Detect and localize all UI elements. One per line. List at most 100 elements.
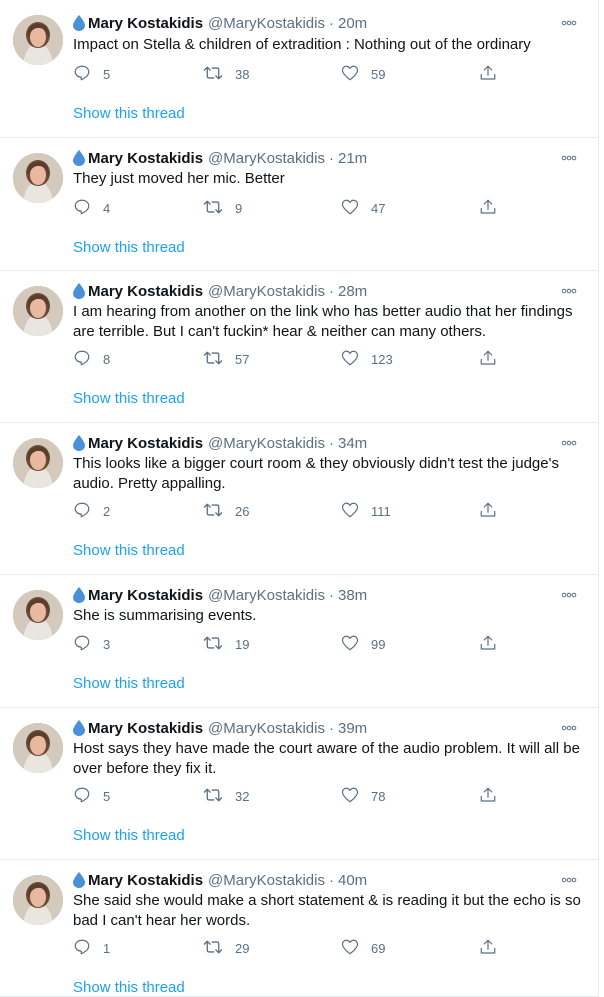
reply-icon xyxy=(73,501,103,522)
reply-icon xyxy=(73,634,103,655)
share-button[interactable] xyxy=(479,634,509,654)
avatar[interactable] xyxy=(13,590,63,640)
reply-button[interactable]: 5 xyxy=(73,786,110,806)
tweet[interactable]: Mary Kostakidis @MaryKostakidis · 40m Sh… xyxy=(0,860,598,997)
author-name[interactable]: Mary Kostakidis xyxy=(88,150,203,167)
more-icon[interactable] xyxy=(560,13,578,33)
author-handle[interactable]: @MaryKostakidis xyxy=(208,720,325,737)
retweet-button[interactable]: 29 xyxy=(203,938,249,958)
reply-count: 1 xyxy=(103,940,111,956)
like-icon xyxy=(341,634,371,655)
author-name[interactable]: Mary Kostakidis xyxy=(88,587,203,604)
tweet-time[interactable]: 28m xyxy=(338,283,367,300)
tweet-time[interactable]: 20m xyxy=(338,15,367,32)
like-button[interactable]: 111 xyxy=(341,501,391,521)
reply-count: 5 xyxy=(103,66,111,82)
avatar[interactable] xyxy=(13,153,63,203)
author-handle[interactable]: @MaryKostakidis xyxy=(208,587,325,604)
share-button[interactable] xyxy=(479,786,509,806)
reply-button[interactable]: 2 xyxy=(73,501,110,521)
reply-icon xyxy=(73,198,103,219)
tweet[interactable]: Mary Kostakidis @MaryKostakidis · 20m Im… xyxy=(0,0,598,138)
avatar[interactable] xyxy=(13,286,63,336)
reply-button[interactable]: 4 xyxy=(73,198,110,218)
like-button[interactable]: 59 xyxy=(341,64,385,84)
share-button[interactable] xyxy=(479,501,509,521)
share-button[interactable] xyxy=(479,64,509,84)
retweet-button[interactable]: 19 xyxy=(203,634,249,654)
author-handle[interactable]: @MaryKostakidis xyxy=(208,15,325,32)
droplet-icon xyxy=(73,872,85,888)
like-button[interactable]: 99 xyxy=(341,634,385,654)
tweet-text: She is summarising events. xyxy=(73,607,257,624)
author-name[interactable]: Mary Kostakidis xyxy=(88,435,203,452)
tweet-time[interactable]: 38m xyxy=(338,587,367,604)
droplet-icon xyxy=(73,150,85,166)
show-thread-link[interactable]: Show this thread xyxy=(73,239,185,256)
retweet-button[interactable]: 9 xyxy=(203,198,242,218)
tweet[interactable]: Mary Kostakidis @MaryKostakidis · 34m Th… xyxy=(0,423,598,575)
like-button[interactable]: 123 xyxy=(341,349,393,369)
droplet-icon xyxy=(73,435,85,451)
retweet-icon xyxy=(203,198,235,219)
tweet-time[interactable]: 40m xyxy=(338,872,367,889)
show-thread-link[interactable]: Show this thread xyxy=(73,827,185,844)
retweet-button[interactable]: 38 xyxy=(203,64,249,84)
share-button[interactable] xyxy=(479,938,509,958)
more-icon[interactable] xyxy=(560,148,578,168)
author-handle[interactable]: @MaryKostakidis xyxy=(208,435,325,452)
tweet[interactable]: Mary Kostakidis @MaryKostakidis · 39m Ho… xyxy=(0,708,598,860)
tweet-time[interactable]: 21m xyxy=(338,150,367,167)
tweet-header: Mary Kostakidis @MaryKostakidis · 21m xyxy=(73,148,578,168)
author-handle[interactable]: @MaryKostakidis xyxy=(208,872,325,889)
like-icon xyxy=(341,349,371,370)
author-name[interactable]: Mary Kostakidis xyxy=(88,720,203,737)
retweet-button[interactable]: 32 xyxy=(203,786,249,806)
more-icon[interactable] xyxy=(560,585,578,605)
reply-button[interactable]: 3 xyxy=(73,634,110,654)
author-handle[interactable]: @MaryKostakidis xyxy=(208,150,325,167)
like-button[interactable]: 69 xyxy=(341,938,385,958)
reply-button[interactable]: 1 xyxy=(73,938,110,958)
reply-button[interactable]: 8 xyxy=(73,349,110,369)
author-handle[interactable]: @MaryKostakidis xyxy=(208,283,325,300)
more-icon[interactable] xyxy=(560,718,578,738)
tweet[interactable]: Mary Kostakidis @MaryKostakidis · 38m Sh… xyxy=(0,575,598,708)
tweet[interactable]: Mary Kostakidis @MaryKostakidis · 28m I … xyxy=(0,271,598,423)
tweet[interactable]: Mary Kostakidis @MaryKostakidis · 21m Th… xyxy=(0,138,598,271)
avatar[interactable] xyxy=(13,875,63,925)
like-button[interactable]: 78 xyxy=(341,786,385,806)
like-button[interactable]: 47 xyxy=(341,198,385,218)
reply-button[interactable]: 5 xyxy=(73,64,110,84)
show-thread-link[interactable]: Show this thread xyxy=(73,979,185,996)
like-count: 99 xyxy=(371,636,386,652)
more-icon[interactable] xyxy=(560,281,578,301)
retweet-button[interactable]: 26 xyxy=(203,501,249,521)
separator-dot: · xyxy=(328,719,334,737)
avatar[interactable] xyxy=(13,15,63,65)
tweet-header: Mary Kostakidis @MaryKostakidis · 38m xyxy=(73,585,578,605)
more-icon[interactable] xyxy=(560,870,578,890)
show-thread-link[interactable]: Show this thread xyxy=(73,105,185,122)
avatar[interactable] xyxy=(13,438,63,488)
retweet-count: 32 xyxy=(235,788,250,804)
avatar[interactable] xyxy=(13,723,63,773)
show-thread-link[interactable]: Show this thread xyxy=(73,542,185,559)
tweet-header: Mary Kostakidis @MaryKostakidis · 20m xyxy=(73,13,578,33)
retweet-icon xyxy=(203,349,235,370)
tweet-time[interactable]: 34m xyxy=(338,435,367,452)
share-button[interactable] xyxy=(479,198,509,218)
share-button[interactable] xyxy=(479,349,509,369)
separator-dot: · xyxy=(328,586,334,604)
share-icon xyxy=(479,64,509,85)
like-count: 111 xyxy=(371,503,391,519)
author-name[interactable]: Mary Kostakidis xyxy=(88,15,203,32)
show-thread-link[interactable]: Show this thread xyxy=(73,675,185,692)
author-name[interactable]: Mary Kostakidis xyxy=(88,283,203,300)
show-thread-link[interactable]: Show this thread xyxy=(73,390,185,407)
author-name[interactable]: Mary Kostakidis xyxy=(88,872,203,889)
tweet-header: Mary Kostakidis @MaryKostakidis · 28m xyxy=(73,281,578,301)
retweet-button[interactable]: 57 xyxy=(203,349,249,369)
tweet-time[interactable]: 39m xyxy=(338,720,367,737)
more-icon[interactable] xyxy=(560,433,578,453)
